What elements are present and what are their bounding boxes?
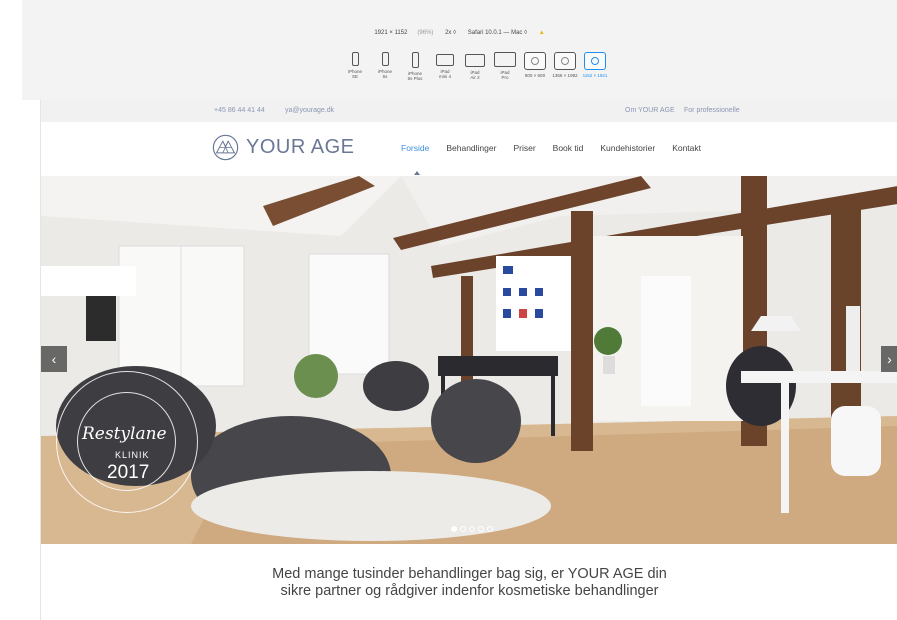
slider-dot[interactable] xyxy=(469,526,475,532)
tagline-line-1: Med mange tusinder behandlinger bag sig,… xyxy=(272,566,667,582)
nav-priser[interactable]: Priser xyxy=(513,143,535,153)
tagline-line-2: sikre partner og rådgiver indenfor kosme… xyxy=(280,583,659,599)
scale-select[interactable]: 2x ◊ xyxy=(445,30,456,36)
resolution-readout: 1921 × 1152 xyxy=(374,30,408,36)
logo-icon xyxy=(212,134,239,161)
active-nav-indicator xyxy=(414,171,420,175)
nav-forside[interactable]: Forside xyxy=(401,143,429,153)
device-ipad-pro[interactable]: iPad Pro xyxy=(490,52,520,81)
device-label: SE xyxy=(351,74,358,79)
chevron-right-icon: › xyxy=(887,351,892,367)
left-gutter xyxy=(0,0,22,620)
device-label: Air 2 xyxy=(470,75,480,80)
nav-behandlinger[interactable]: Behandlinger xyxy=(446,143,496,153)
slider-dot[interactable] xyxy=(460,526,466,532)
device-iphone-se[interactable]: iPhone SE xyxy=(340,52,370,81)
percent-readout: (96%) xyxy=(417,30,434,36)
device-label: 800 × 600 xyxy=(524,73,546,78)
device-label: 1366 × 1992 xyxy=(552,73,578,78)
brand-name: YOUR AGE xyxy=(246,136,355,158)
logo[interactable]: YOUR AGE xyxy=(212,134,354,161)
device-1366x1992[interactable]: 1366 × 1992 xyxy=(550,52,580,81)
top-info-bar: +45 86 44 41 44 ya@yourage.dk Om YOUR AG… xyxy=(41,100,897,122)
slider-prev-button[interactable]: ‹ xyxy=(41,346,67,372)
device-800x600[interactable]: 800 × 600 xyxy=(520,52,550,81)
website-frame: +45 86 44 41 44 ya@yourage.dk Om YOUR AG… xyxy=(40,100,897,620)
device-1152x1921[interactable]: 1152 × 1921 xyxy=(580,52,610,81)
device-presets: iPhone SE iPhone 6s iPhone 6s Plus iPad mini… xyxy=(340,52,610,81)
chevron-left-icon: ‹ xyxy=(51,351,57,367)
phone-link[interactable]: +45 86 44 41 44 xyxy=(214,107,265,114)
device-label: 1152 × 1921 xyxy=(582,73,608,78)
badge-klinik: KLINIK xyxy=(115,450,150,460)
device-label: 6s Plus xyxy=(407,76,423,81)
browser-select[interactable]: Safari 10.0.1 — Mac ◊ xyxy=(468,30,527,36)
professionals-link[interactable]: For professionelle xyxy=(684,107,740,114)
responsive-toolbar: 1921 × 1152 (96%) 2x ◊ Safari 10.0.1 — Ma… xyxy=(22,0,897,100)
warning-icon[interactable]: ▲ xyxy=(539,30,545,36)
email-link[interactable]: ya@yourage.dk xyxy=(285,107,334,114)
device-label: 6s xyxy=(382,74,388,79)
main-nav: Forside Behandlinger Priser Book tid Kun… xyxy=(401,143,718,153)
device-label: Pro xyxy=(501,75,509,80)
tagline: Med mange tusinder behandlinger bag sig,… xyxy=(41,566,897,600)
nav-book-tid[interactable]: Book tid xyxy=(553,143,584,153)
size-row: 1921 × 1152 (96%) 2x ◊ Safari 10.0.1 — Ma… xyxy=(22,30,897,36)
site-header: YOUR AGE Forside Behandlinger Priser Boo… xyxy=(41,122,897,176)
slider-dot[interactable] xyxy=(451,526,457,532)
badge-year: 2017 xyxy=(107,462,150,483)
nav-kundehistorier[interactable]: Kundehistorier xyxy=(600,143,655,153)
device-iphone-6s[interactable]: iPhone 6s xyxy=(370,52,400,81)
device-ipad-mini[interactable]: iPad mini 4 xyxy=(430,52,460,81)
device-ipad-air[interactable]: iPad Air 2 xyxy=(460,52,490,81)
restylane-badge: Restylane KLINIK 2017 xyxy=(56,371,198,513)
device-label: mini 4 xyxy=(438,74,451,79)
device-iphone-6s-plus[interactable]: iPhone 6s Plus xyxy=(400,52,430,81)
slider-dots xyxy=(451,526,493,532)
badge-script: Restylane xyxy=(82,424,167,444)
slider-dot[interactable] xyxy=(487,526,493,532)
slider-dot[interactable] xyxy=(478,526,484,532)
about-link[interactable]: Om YOUR AGE xyxy=(625,107,675,114)
hero-slider: Restylane KLINIK 2017 ‹ › xyxy=(41,176,897,544)
nav-kontakt[interactable]: Kontakt xyxy=(672,143,701,153)
slider-next-button[interactable]: › xyxy=(881,346,897,372)
